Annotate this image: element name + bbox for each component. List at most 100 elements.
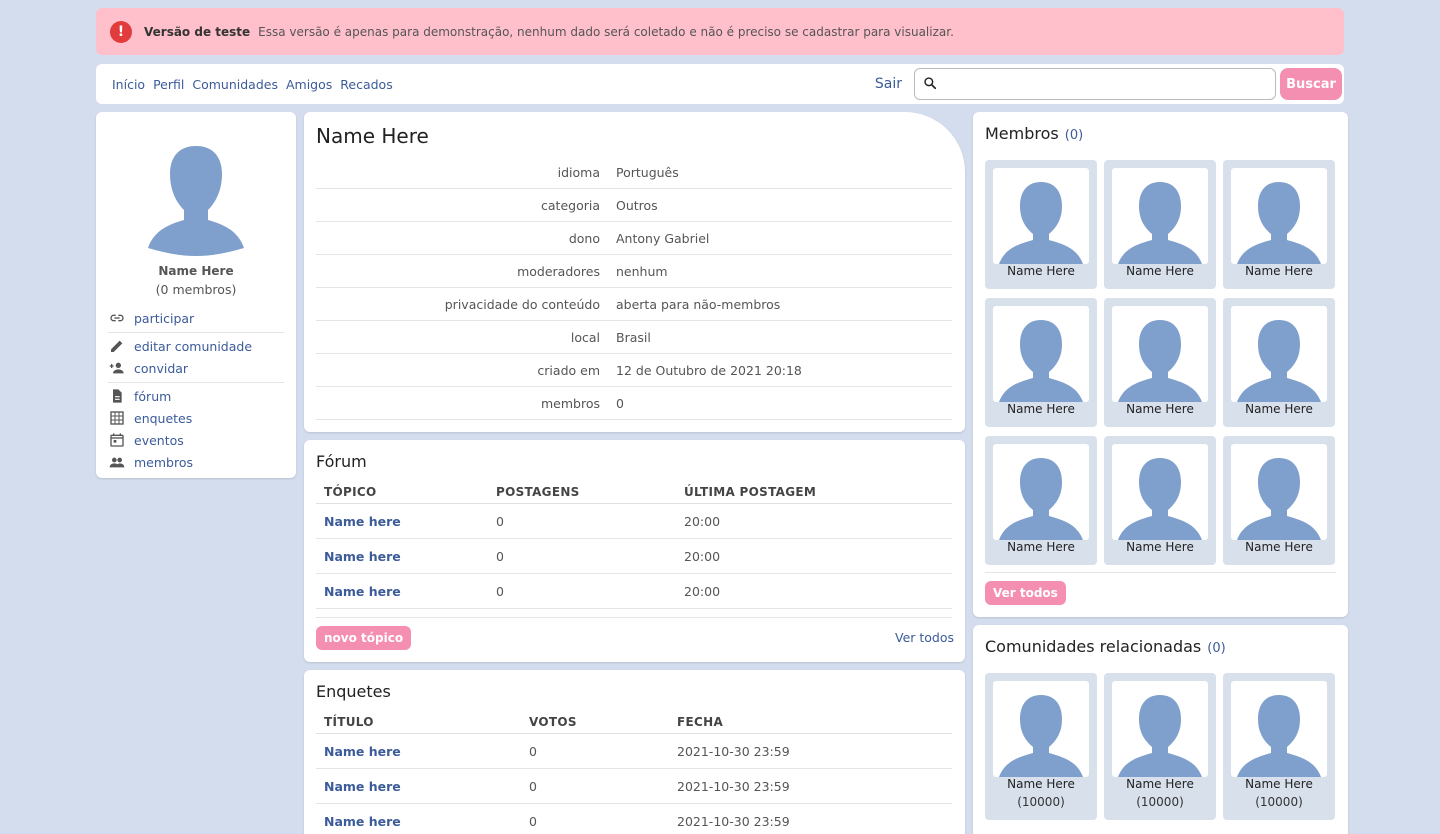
poll-link[interactable]: Name here <box>316 779 521 794</box>
info-key: local <box>570 329 600 345</box>
menu-membros-label: membros <box>134 454 194 470</box>
forum-card: Fórum TÓPICO POSTAGENS ÚLTIMA POSTAGEM N… <box>304 440 965 662</box>
member-tile[interactable]: Name Here <box>1104 298 1216 427</box>
menu-participar[interactable]: participar <box>108 307 284 329</box>
menu-convidar[interactable]: convidar <box>108 357 284 379</box>
polls-card: Enquetes TÍTULO VOTOS FECHA Name here 0 … <box>304 670 965 834</box>
member-tile[interactable]: Name Here <box>985 160 1097 289</box>
community-profile-card: Name Here (0 membros) participar editar … <box>96 112 296 478</box>
test-version-banner: ! Versão de teste Essa versão é apenas p… <box>96 8 1344 55</box>
member-avatar <box>993 306 1089 402</box>
menu-divider <box>108 332 284 333</box>
menu-membros[interactable]: membros <box>108 451 284 473</box>
nav-comunidades[interactable]: Comunidades <box>192 77 278 92</box>
menu-editar-label: editar comunidade <box>134 338 253 354</box>
related-count-badge: (0) <box>1207 641 1226 656</box>
menu-editar[interactable]: editar comunidade <box>108 335 284 357</box>
info-row: dono Antony Gabriel <box>316 222 952 255</box>
member-tile[interactable]: Name Here <box>985 436 1097 565</box>
info-value: Outros <box>616 197 658 213</box>
info-value: Português <box>616 164 679 180</box>
related-header: Comunidades relacionadas (0) <box>985 637 1226 656</box>
menu-eventos[interactable]: eventos <box>108 429 284 451</box>
forum-footer-divider <box>316 617 952 618</box>
topic-link[interactable]: Name here <box>316 549 488 564</box>
info-key: criado em <box>537 362 600 378</box>
member-tile[interactable]: Name Here <box>1223 436 1335 565</box>
members-card: Membros (0) Name Here Name Here Name Here… <box>973 112 1348 617</box>
info-row: idioma Português <box>316 156 952 189</box>
info-row: local Brasil <box>316 321 952 354</box>
member-avatar <box>993 444 1089 540</box>
related-title: Comunidades relacionadas <box>985 637 1202 656</box>
community-name: Name Here <box>158 264 234 278</box>
topic-link[interactable]: Name here <box>316 584 488 599</box>
banner-text: Essa versão é apenas para demonstração, … <box>258 24 954 39</box>
topic-link[interactable]: Name here <box>316 514 488 529</box>
posts-count: 0 <box>496 548 504 564</box>
column-header: VOTOS <box>529 714 577 729</box>
member-name: Name Here <box>1126 402 1194 416</box>
poll-link[interactable]: Name here <box>316 814 521 829</box>
member-tile[interactable]: Name Here <box>985 298 1097 427</box>
banner-title: Versão de teste <box>144 24 251 39</box>
poll-link[interactable]: Name here <box>316 744 521 759</box>
community-tile-count: (10000) <box>1255 795 1303 809</box>
community-tile[interactable]: Name Here (10000) <box>985 673 1097 820</box>
nav-inicio[interactable]: Início <box>112 77 145 92</box>
info-row: criado em 12 de Outubro de 2021 20:18 <box>316 354 952 387</box>
member-tile[interactable]: Name Here <box>1104 436 1216 565</box>
member-avatar <box>993 168 1089 264</box>
community-avatar <box>993 681 1089 777</box>
column-header: ÚLTIMA POSTAGEM <box>684 484 817 499</box>
new-topic-button[interactable]: novo tópico <box>316 626 412 650</box>
info-key: categoria <box>541 197 600 213</box>
menu-enquetes[interactable]: enquetes <box>108 407 284 429</box>
info-key: dono <box>568 230 600 246</box>
community-tile-name: Name Here <box>1126 777 1194 791</box>
table-row: Name here 0 20:00 <box>316 574 952 609</box>
info-key: idioma <box>557 164 600 180</box>
people-icon <box>108 453 126 471</box>
topbar-right: Sair Buscar <box>875 64 1344 104</box>
community-tile[interactable]: Name Here (10000) <box>1104 673 1216 820</box>
community-tile[interactable]: Name Here (10000) <box>1223 673 1335 820</box>
logout-link[interactable]: Sair <box>875 76 902 92</box>
community-avatar <box>1112 681 1208 777</box>
table-row: Name here 0 2021-10-30 23:59 <box>316 804 952 834</box>
info-value: 0 <box>616 395 624 411</box>
forum-table: TÓPICO POSTAGENS ÚLTIMA POSTAGEM Name he… <box>316 480 952 609</box>
member-avatar <box>1231 444 1327 540</box>
forum-see-all-link[interactable]: Ver todos <box>895 630 954 645</box>
member-avatar <box>1112 168 1208 264</box>
nav-recados[interactable]: Recados <box>340 77 392 92</box>
menu-forum[interactable]: fórum <box>108 385 284 407</box>
member-tile[interactable]: Name Here <box>1223 160 1335 289</box>
member-tile[interactable]: Name Here <box>1223 298 1335 427</box>
info-row: membros 0 <box>316 387 952 420</box>
search-button[interactable]: Buscar <box>1280 68 1342 100</box>
menu-forum-label: fórum <box>134 388 172 404</box>
table-row: Name here 0 20:00 <box>316 504 952 539</box>
member-name: Name Here <box>1126 264 1194 278</box>
polls-title: Enquetes <box>316 682 391 701</box>
nav-amigos[interactable]: Amigos <box>286 77 332 92</box>
votes-count: 0 <box>529 778 537 794</box>
info-value: aberta para não-membros <box>616 296 781 312</box>
related-communities-card: Comunidades relacionadas (0) Name Here (10… <box>973 625 1348 834</box>
column-header: FECHA <box>677 714 724 729</box>
nav-perfil[interactable]: Perfil <box>153 77 184 92</box>
page-title: Name Here <box>316 124 429 148</box>
table-row: Name here 0 20:00 <box>316 539 952 574</box>
building-icon <box>108 409 126 427</box>
main-nav: Início Perfil Comunidades Amigos Recados <box>112 77 393 92</box>
members-see-all-button[interactable]: Ver todos <box>985 581 1066 605</box>
link-icon <box>108 309 126 327</box>
poll-date: 2021-10-30 23:59 <box>677 813 790 829</box>
member-tile[interactable]: Name Here <box>1104 160 1216 289</box>
info-row: moderadores nenhum <box>316 255 952 288</box>
table-row: Name here 0 2021-10-30 23:59 <box>316 734 952 769</box>
info-value: 12 de Outubro de 2021 20:18 <box>616 362 802 378</box>
last-post: 20:00 <box>684 548 721 564</box>
search-input[interactable] <box>943 70 1275 98</box>
